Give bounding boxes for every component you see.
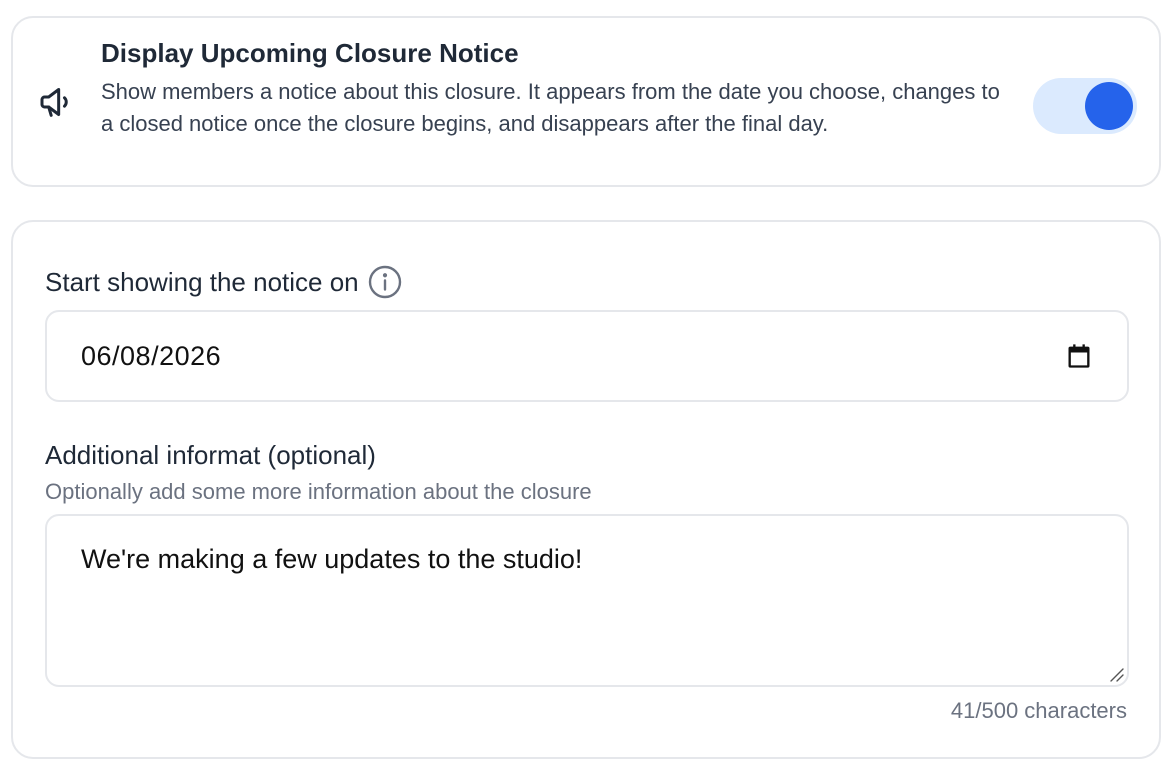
start-date-input[interactable]: 06/08/2026 <box>45 310 1129 402</box>
notice-title: Display Upcoming Closure Notice <box>101 38 519 68</box>
start-date-label-text: Start showing the notice on <box>45 266 359 297</box>
start-date-label: Start showing the notice on <box>45 264 403 300</box>
notice-description: Show members a notice about this closure… <box>101 79 1000 136</box>
additional-info-value: We're making a few updates to the studio… <box>81 544 583 574</box>
toggle-knob <box>1085 82 1133 130</box>
start-date-value: 06/08/2026 <box>81 341 222 371</box>
closure-notice-card: Display Upcoming Closure Notice Show mem… <box>11 16 1161 187</box>
additional-info-help: Optionally add some more information abo… <box>45 479 592 504</box>
calendar-icon[interactable] <box>1065 342 1093 370</box>
megaphone-icon <box>37 82 77 122</box>
resize-handle-icon[interactable] <box>1107 665 1125 683</box>
additional-info-textarea[interactable]: We're making a few updates to the studio… <box>45 514 1129 687</box>
character-count: 41/500 characters <box>950 698 1127 723</box>
display-notice-toggle[interactable] <box>1033 78 1137 134</box>
info-icon[interactable] <box>367 264 403 300</box>
notice-settings-form: Start showing the notice on 06/08/2026 A… <box>11 220 1161 759</box>
additional-info-label: Additional informat (optional) <box>45 440 376 470</box>
